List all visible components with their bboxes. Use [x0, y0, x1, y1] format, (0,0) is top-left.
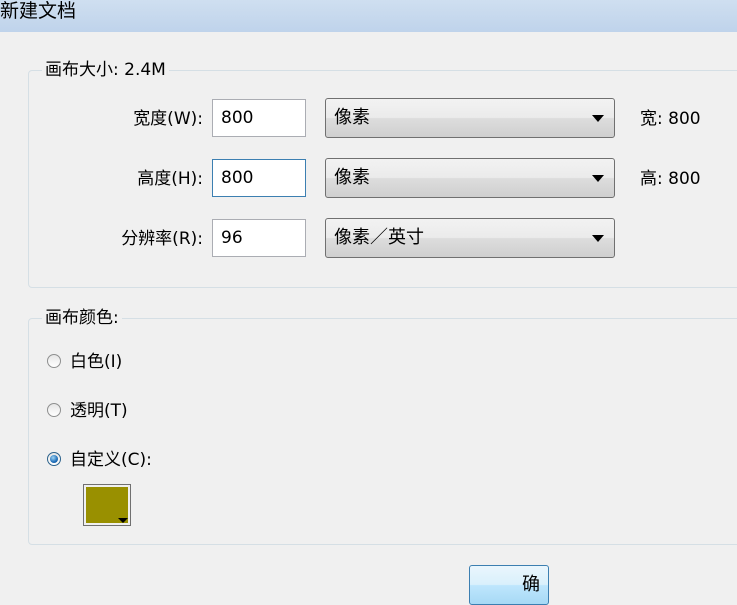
- color-picker-button[interactable]: [83, 484, 131, 526]
- height-unit-select[interactable]: 像素: [325, 158, 615, 198]
- width-readout: 宽: 800: [640, 109, 701, 129]
- window-title: 新建文档: [0, 0, 77, 22]
- height-readout: 高: 800: [640, 169, 701, 189]
- radio-white-label: 白色(I): [70, 352, 123, 372]
- height-label: 高度(H):: [137, 169, 203, 189]
- width-unit-value: 像素: [334, 107, 370, 128]
- chevron-down-icon: [592, 175, 604, 182]
- canvas-color-legend: 画布颜色:: [42, 307, 122, 329]
- chevron-down-icon: [592, 235, 604, 242]
- canvas-color-group: [28, 318, 737, 545]
- ok-button[interactable]: 确: [469, 565, 549, 605]
- resolution-unit-value: 像素／英寸: [334, 227, 424, 248]
- radio-button[interactable]: [47, 403, 61, 417]
- chevron-down-icon: [592, 115, 604, 122]
- radio-transparent-label: 透明(T): [70, 401, 128, 421]
- resolution-label: 分辨率(R):: [121, 229, 203, 249]
- resolution-unit-select[interactable]: 像素／英寸: [325, 218, 615, 258]
- resolution-input[interactable]: 96: [212, 219, 306, 257]
- height-input[interactable]: 800: [212, 159, 306, 197]
- radio-selected-dot: [50, 455, 58, 463]
- width-unit-select[interactable]: 像素: [325, 98, 615, 138]
- radio-button[interactable]: [47, 452, 61, 466]
- canvas-size-legend: 画布大小: 2.4M: [42, 59, 169, 81]
- dropdown-arrow-icon: [118, 518, 128, 523]
- radio-custom-label: 自定义(C):: [70, 450, 152, 470]
- width-label: 宽度(W):: [133, 109, 203, 129]
- width-input[interactable]: 800: [212, 99, 306, 137]
- height-unit-value: 像素: [334, 167, 370, 188]
- radio-button[interactable]: [47, 354, 61, 368]
- title-bar: 新建文档: [0, 0, 737, 32]
